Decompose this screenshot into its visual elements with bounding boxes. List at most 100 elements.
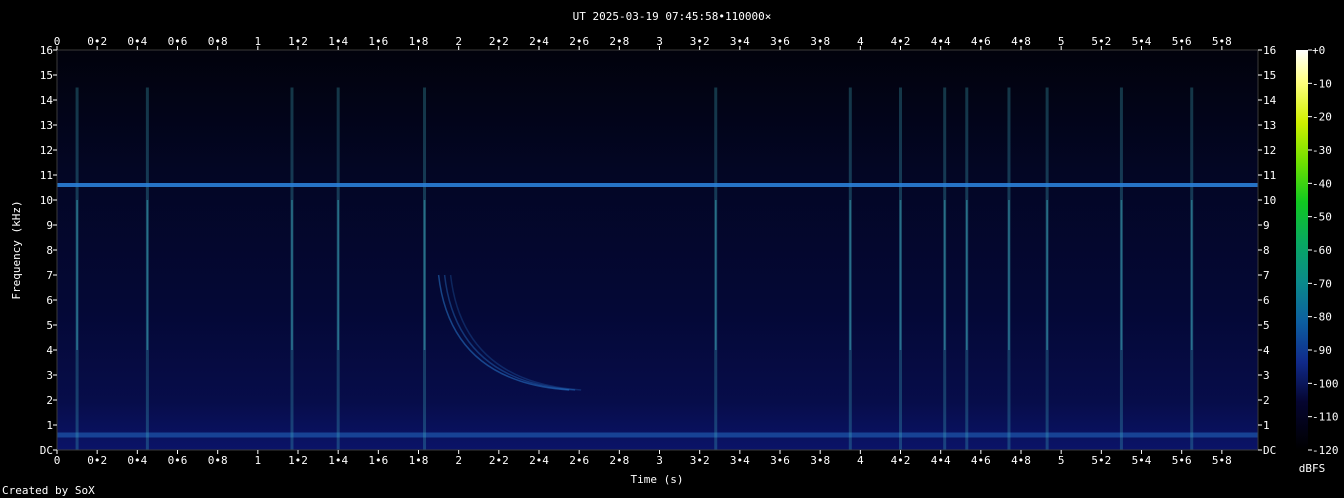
y-tick-label: DC bbox=[1263, 444, 1276, 457]
x-tick-label: 5•6 bbox=[1172, 35, 1192, 48]
y-tick-label: 5 bbox=[46, 319, 53, 332]
x-tick-label: 1•2 bbox=[288, 35, 308, 48]
colorbar-tick-label: -100 bbox=[1312, 377, 1339, 390]
x-tick-label: 3•8 bbox=[810, 35, 830, 48]
x-tick-label: 0 bbox=[54, 454, 61, 467]
x-tick-label: 5•4 bbox=[1132, 454, 1152, 467]
y-tick-label: 13 bbox=[1263, 119, 1276, 132]
y-tick-label: 9 bbox=[46, 219, 53, 232]
colorbar-tick-label: -80 bbox=[1312, 311, 1332, 324]
x-tick-label: 0 bbox=[54, 35, 61, 48]
transient-core bbox=[899, 200, 902, 350]
y-tick-label: 6 bbox=[46, 294, 53, 307]
x-tick-label: 4•2 bbox=[891, 454, 911, 467]
x-tick-label: 1•2 bbox=[288, 454, 308, 467]
transient-core bbox=[943, 200, 946, 350]
x-tick-label: 3 bbox=[656, 454, 663, 467]
x-tick-label: 1•6 bbox=[368, 35, 388, 48]
y-tick-label: 14 bbox=[40, 94, 54, 107]
x-tick-label: 5 bbox=[1058, 454, 1065, 467]
x-tick-label: 5•6 bbox=[1172, 454, 1192, 467]
y-tick-label: 7 bbox=[1263, 269, 1270, 282]
colorbar-tick-label: -30 bbox=[1312, 144, 1332, 157]
y-tick-label: 5 bbox=[1263, 319, 1270, 332]
transient-core bbox=[849, 200, 852, 350]
colorbar-tick-label: -110 bbox=[1312, 411, 1339, 424]
y-tick-label: 7 bbox=[46, 269, 53, 282]
x-tick-label: 3•2 bbox=[690, 35, 710, 48]
x-tick-label: 2•8 bbox=[609, 35, 629, 48]
y-axis-label: Frequency (kHz) bbox=[10, 200, 23, 299]
x-tick-label: 5•8 bbox=[1212, 454, 1232, 467]
low-frequency-band bbox=[57, 432, 1258, 438]
y-tick-label: 11 bbox=[1263, 169, 1276, 182]
x-tick-label: 4•6 bbox=[971, 454, 991, 467]
x-tick-label: 0•8 bbox=[208, 454, 228, 467]
x-tick-label: 2•6 bbox=[569, 454, 589, 467]
plot-background bbox=[57, 50, 1258, 450]
x-tick-label: 4 bbox=[857, 454, 864, 467]
x-tick-label: 5•8 bbox=[1212, 35, 1232, 48]
colorbar-tick-label: +0 bbox=[1312, 44, 1325, 57]
y-tick-label: 15 bbox=[40, 69, 53, 82]
x-tick-label: 0•6 bbox=[168, 454, 188, 467]
x-tick-label: 5•2 bbox=[1091, 454, 1111, 467]
y-tick-label: 1 bbox=[1263, 419, 1270, 432]
transient-core bbox=[423, 200, 426, 350]
y-tick-label: 11 bbox=[40, 169, 53, 182]
y-tick-label: 10 bbox=[1263, 194, 1276, 207]
x-axis-bottom: 0 0•2 0•4 0•6 0•8 1 1•2 1•4 1•6 1•8 2 2•2 2•4 2•6 2•8 3… bbox=[54, 450, 1232, 467]
x-axis-top: 0 0•2 0•4 0•6 0•8 1 1•2 1•4 1•6 1•8 2 2•2 2•4 2•6 2•8 3… bbox=[54, 35, 1232, 50]
y-tick-label: 4 bbox=[46, 344, 53, 357]
transient-core bbox=[76, 200, 78, 350]
x-tick-label: 1•4 bbox=[328, 454, 348, 467]
x-tick-label: 3 bbox=[656, 35, 663, 48]
colorbar-tick-label: -20 bbox=[1312, 111, 1332, 124]
y-tick-label: 1 bbox=[46, 419, 53, 432]
x-tick-label: 4•4 bbox=[931, 454, 951, 467]
x-tick-label: 4•8 bbox=[1011, 35, 1031, 48]
x-tick-label: 2•2 bbox=[489, 35, 509, 48]
y-tick-label: 14 bbox=[1263, 94, 1277, 107]
colorbar-tick-label: -90 bbox=[1312, 344, 1332, 357]
colorbar-tick-label: -10 bbox=[1312, 77, 1332, 90]
tone-line bbox=[57, 183, 1258, 187]
x-tick-label: 0•4 bbox=[127, 454, 147, 467]
transient-core bbox=[1046, 200, 1048, 350]
x-tick-label: 0•8 bbox=[208, 35, 228, 48]
transient-core bbox=[965, 200, 968, 350]
y-tick-label: 3 bbox=[1263, 369, 1270, 382]
x-tick-label: 1•8 bbox=[409, 454, 429, 467]
x-tick-label: 2•6 bbox=[569, 35, 589, 48]
colorbar-label: dBFS bbox=[1299, 462, 1326, 475]
x-tick-label: 1•4 bbox=[328, 35, 348, 48]
x-tick-label: 3•2 bbox=[690, 454, 710, 467]
y-tick-label: 10 bbox=[40, 194, 53, 207]
x-tick-label: 5 bbox=[1058, 35, 1065, 48]
x-tick-label: 0•2 bbox=[87, 35, 107, 48]
y-tick-label: 12 bbox=[1263, 144, 1276, 157]
colorbar-tick-label: -50 bbox=[1312, 211, 1332, 224]
colorbar-tick-label: -60 bbox=[1312, 244, 1332, 257]
y-tick-label: 13 bbox=[40, 119, 53, 132]
x-tick-label: 2 bbox=[455, 454, 462, 467]
x-tick-label: 1•6 bbox=[368, 454, 388, 467]
x-tick-label: 0•6 bbox=[168, 35, 188, 48]
colorbar: +0 -10 -20 -30 -40 -50 -60 -70 -80 -90 -100 -110 -12… bbox=[1296, 44, 1339, 475]
transient-core bbox=[291, 200, 293, 350]
colorbar-tick-label: -70 bbox=[1312, 277, 1332, 290]
transient-core bbox=[1120, 200, 1123, 350]
y-tick-label: 15 bbox=[1263, 69, 1276, 82]
x-tick-label: 4•2 bbox=[891, 35, 911, 48]
plot-area bbox=[56, 49, 1259, 451]
y-tick-label: 12 bbox=[40, 144, 53, 157]
transient-core bbox=[714, 200, 717, 350]
x-tick-label: 4•6 bbox=[971, 35, 991, 48]
y-tick-label: 8 bbox=[1263, 244, 1270, 257]
transient-core bbox=[146, 200, 149, 350]
x-tick-label: 2 bbox=[455, 35, 462, 48]
spectrogram-chart: UT 2025-03-19 07:45:58•110000× 0 0•2 0•4 0•… bbox=[2, 10, 1339, 497]
x-tick-label: 0•4 bbox=[127, 35, 147, 48]
y-tick-label: 2 bbox=[46, 394, 53, 407]
transient-core bbox=[1008, 200, 1010, 350]
